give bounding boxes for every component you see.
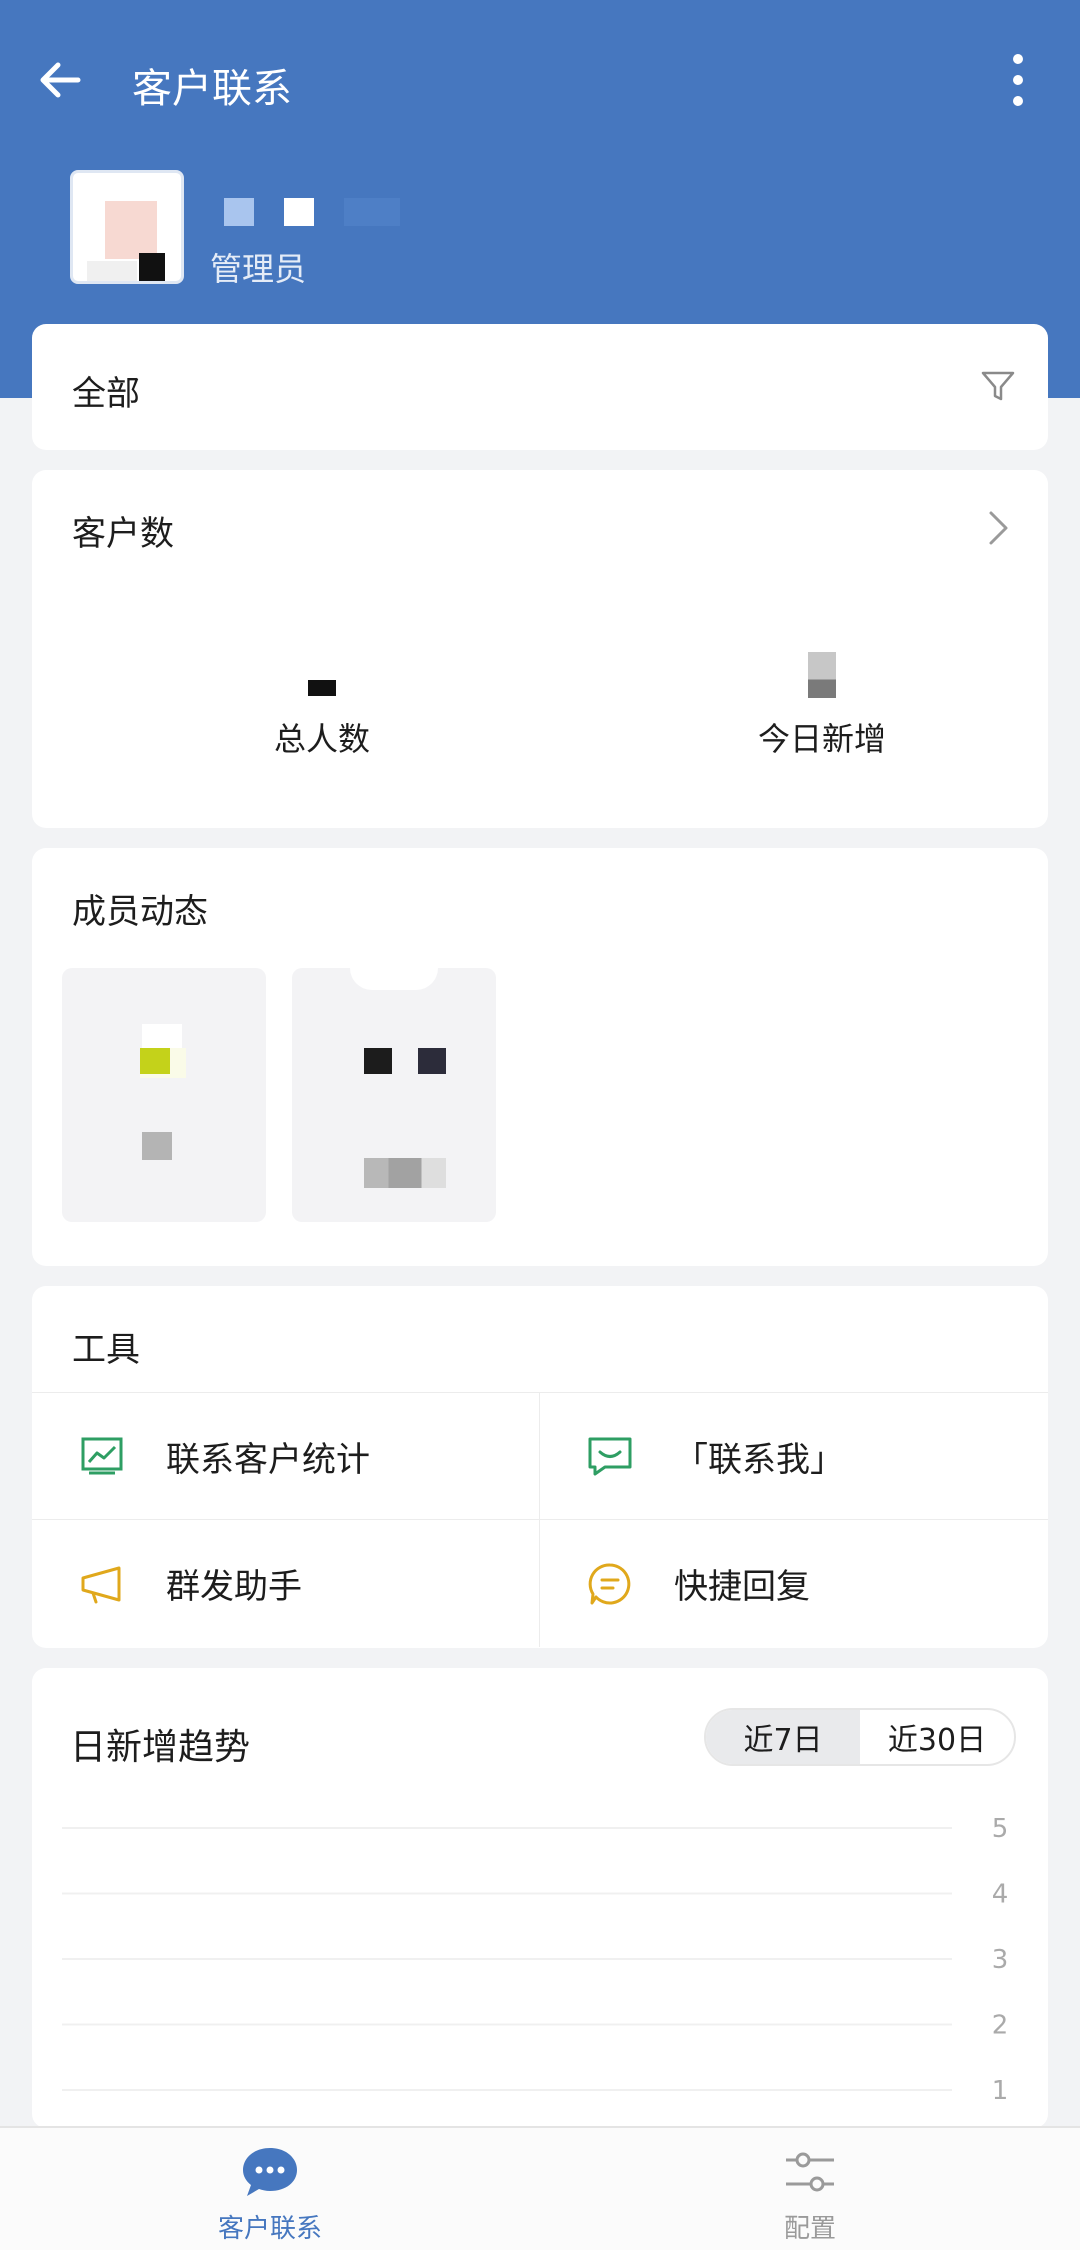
filter-icon[interactable]	[978, 366, 1018, 406]
arrow-left-icon	[40, 62, 81, 98]
trend-title: 日新增趋势	[70, 1727, 251, 1768]
member-tile[interactable]	[62, 968, 266, 1222]
today-new-value-redacted	[722, 650, 922, 700]
daily-trend-card: 日新增趋势 近7日 近30日 5 4 3 2 1	[32, 1668, 1048, 2128]
tool-quick-reply[interactable]: 快捷回复	[540, 1520, 1048, 1647]
tool-mass-message[interactable]: 群发助手	[32, 1520, 540, 1647]
top-bar: 客户联系	[0, 30, 1080, 130]
page-title: 客户联系	[132, 66, 292, 112]
tool-contact-me[interactable]: 「联系我」	[540, 1393, 1048, 1520]
chat-bubble-icon	[170, 2140, 370, 2204]
tab-customer-contact[interactable]: 客户联系	[170, 2140, 370, 2245]
filter-label: 全部	[72, 374, 140, 414]
user-name-redacted	[224, 198, 400, 226]
tab-label: 配置	[783, 2214, 836, 2244]
range-option-7d[interactable]: 近7日	[706, 1710, 860, 1764]
tab-label: 客户联系	[217, 2214, 322, 2244]
more-dot	[1013, 54, 1023, 64]
customer-count-card[interactable]: 客户数 总人数 今日新增	[32, 470, 1048, 828]
tool-customer-statistics[interactable]: 联系客户统计	[32, 1393, 540, 1520]
y-tick-label: 1	[992, 2076, 1009, 2106]
member-activity-title: 成员动态	[72, 892, 208, 932]
quick-reply-icon	[586, 1560, 634, 1608]
user-role: 管理员	[210, 250, 307, 288]
today-new-label: 今日新增	[757, 720, 886, 758]
total-count-value-redacted	[222, 650, 422, 700]
member-tile[interactable]	[292, 968, 496, 1222]
chart-icon	[78, 1432, 126, 1480]
today-new-stat[interactable]: 今日新增	[722, 650, 922, 760]
total-count-stat[interactable]: 总人数	[222, 650, 422, 760]
megaphone-icon	[78, 1560, 126, 1608]
tool-label: 联系客户统计	[166, 1439, 370, 1480]
range-option-30d[interactable]: 近30日	[860, 1710, 1014, 1764]
total-count-label: 总人数	[273, 720, 370, 758]
range-toggle[interactable]: 近7日 近30日	[704, 1708, 1016, 1766]
more-options-button[interactable]	[990, 48, 1046, 112]
avatar[interactable]	[70, 170, 184, 284]
y-tick-label: 2	[992, 2011, 1009, 2041]
tool-label: 「联系我」	[674, 1439, 844, 1480]
sliders-icon	[710, 2140, 910, 2204]
customer-count-title: 客户数	[72, 514, 174, 554]
tools-grid: 联系客户统计 「联系我」 群发助手 快捷回复	[32, 1392, 1048, 1648]
y-tick-label: 3	[992, 1945, 1009, 1975]
chat-smile-icon	[586, 1432, 634, 1480]
tab-config[interactable]: 配置	[710, 2140, 910, 2245]
tool-label: 群发助手	[166, 1567, 302, 1607]
tool-label: 快捷回复	[674, 1567, 810, 1607]
y-tick-label: 5	[992, 1814, 1009, 1844]
back-button[interactable]	[30, 50, 90, 110]
tools-card: 工具 联系客户统计 「联系我」 群发助手 快捷回复	[32, 1286, 1048, 1648]
tools-title: 工具	[72, 1330, 140, 1370]
trend-chart: 5 4 3 2 1	[62, 1814, 1009, 2106]
more-dot	[1013, 75, 1023, 85]
chevron-right-icon[interactable]	[986, 508, 1012, 548]
filter-card[interactable]: 全部	[32, 324, 1048, 450]
more-dot	[1013, 96, 1023, 106]
member-activity-card: 成员动态	[32, 848, 1048, 1266]
y-tick-label: 4	[992, 1880, 1009, 1910]
bottom-tab-bar: 客户联系 配置	[0, 2126, 1080, 2250]
